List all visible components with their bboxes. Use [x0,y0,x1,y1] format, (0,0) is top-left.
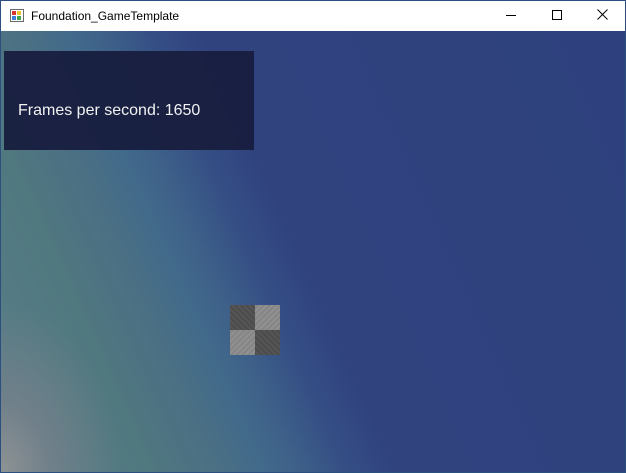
close-button[interactable] [579,1,625,31]
window-title: Foundation_GameTemplate [31,9,180,23]
checkerboard-sprite [230,305,280,355]
app-icon[interactable] [10,9,24,22]
minimize-button[interactable] [488,1,534,31]
fps-overlay-panel: Frames per second: 1650 [4,51,254,150]
title-bar[interactable]: Foundation_GameTemplate [1,1,625,31]
close-icon [596,7,608,25]
minimize-icon [506,7,516,25]
checker-cell [230,305,255,330]
fps-value: 1650 [164,102,201,119]
checker-cell [230,330,255,355]
game-viewport[interactable]: Frames per second: 1650 [1,31,625,472]
maximize-button[interactable] [534,1,580,31]
checker-cell [255,305,280,330]
fps-counter: Frames per second: 1650 [18,102,200,120]
maximize-icon [552,7,562,25]
checker-cell [255,330,280,355]
fps-label: Frames per second: [18,102,165,119]
app-window: Foundation_GameTemplate Frames per secon… [0,0,626,473]
